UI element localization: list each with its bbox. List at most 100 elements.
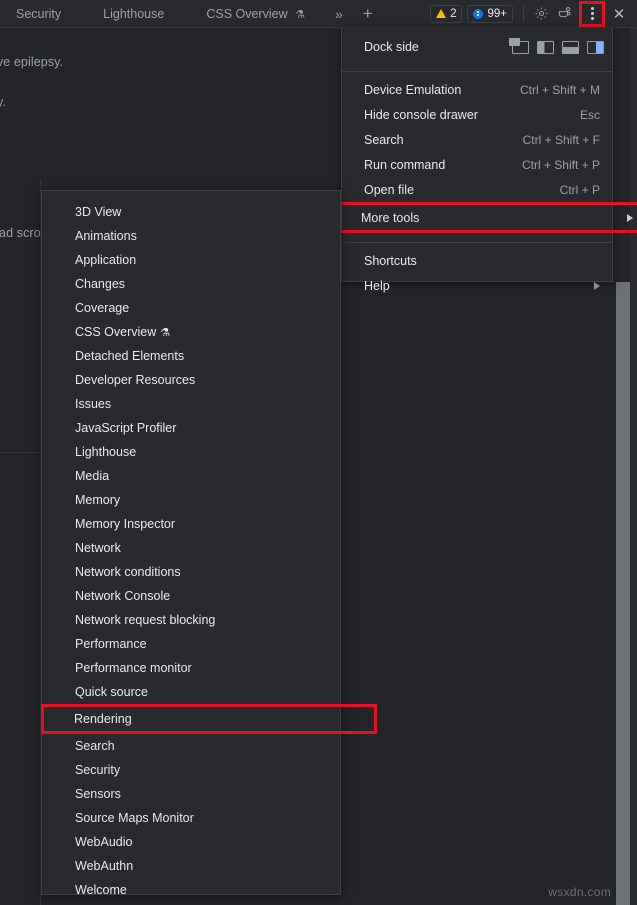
submenu-item-label: Memory: [75, 493, 120, 507]
submenu-item-label: Network request blocking: [75, 613, 215, 627]
submenu-item-lighthouse[interactable]: Lighthouse: [42, 440, 340, 464]
menu-item-device-emulation[interactable]: Device Emulation Ctrl + Shift + M: [342, 77, 612, 102]
submenu-item-label: Coverage: [75, 301, 129, 315]
menu-item-help[interactable]: Help: [342, 273, 612, 298]
info-badge[interactable]: 99+: [467, 5, 513, 23]
submenu-item-welcome[interactable]: Welcome: [42, 878, 340, 902]
tab-lighthouse-label: Lighthouse: [103, 7, 164, 21]
submenu-item-3d-view[interactable]: 3D View: [42, 200, 340, 224]
submenu-item-detached-elements[interactable]: Detached Elements: [42, 344, 340, 368]
vertical-scrollbar-thumb[interactable]: [616, 282, 630, 905]
tab-security-label: Security: [16, 7, 61, 21]
menu-item-search[interactable]: Search Ctrl + Shift + F: [342, 127, 612, 152]
dock-to-left-icon[interactable]: [537, 41, 554, 54]
background-text-line-3: ead scro: [0, 226, 41, 240]
chevron-right-icon: [594, 282, 600, 290]
menu-item-run-command[interactable]: Run command Ctrl + Shift + P: [342, 152, 612, 177]
menu-item-more-tools-label: More tools: [361, 211, 419, 225]
menu-item-more-tools[interactable]: More tools: [339, 202, 637, 233]
chevron-right-icon: [627, 214, 633, 222]
submenu-item-media[interactable]: Media: [42, 464, 340, 488]
submenu-item-rendering[interactable]: Rendering: [41, 704, 377, 734]
background-divider-horizontal: [0, 452, 41, 453]
tab-security[interactable]: Security: [6, 0, 71, 28]
submenu-item-source-maps-monitor[interactable]: Source Maps Monitor: [42, 806, 340, 830]
menu-item-hide-console-drawer-shortcut: Esc: [580, 108, 600, 122]
add-tab-button[interactable]: +: [355, 0, 381, 28]
feedback-icon[interactable]: [553, 2, 577, 26]
dock-to-right-icon[interactable]: [587, 41, 604, 54]
warning-badge[interactable]: 2: [430, 5, 462, 23]
info-count: 99+: [487, 8, 507, 20]
dock-side-options: [512, 41, 604, 54]
submenu-item-label: Changes: [75, 277, 125, 291]
dock-side-label: Dock side: [364, 40, 419, 54]
submenu-item-label: Performance monitor: [75, 661, 192, 675]
menu-item-hide-console-drawer[interactable]: Hide console drawer Esc: [342, 102, 612, 127]
submenu-item-network[interactable]: Network: [42, 536, 340, 560]
submenu-item-performance[interactable]: Performance: [42, 632, 340, 656]
menu-item-open-file-shortcut: Ctrl + P: [560, 183, 600, 197]
submenu-item-changes[interactable]: Changes: [42, 272, 340, 296]
submenu-item-label: Network conditions: [75, 565, 181, 579]
submenu-item-label: Welcome: [75, 883, 127, 897]
menu-separator-2: [342, 242, 612, 243]
watermark: wsxdn.com: [548, 885, 611, 899]
menu-item-help-label: Help: [364, 279, 390, 293]
submenu-item-label: 3D View: [75, 205, 121, 219]
submenu-item-network-request-blocking[interactable]: Network request blocking: [42, 608, 340, 632]
submenu-item-label: Performance: [75, 637, 147, 651]
toolbar-separator: [523, 6, 524, 22]
close-icon[interactable]: ✕: [607, 2, 631, 26]
submenu-item-network-console[interactable]: Network Console: [42, 584, 340, 608]
submenu-item-javascript-profiler[interactable]: JavaScript Profiler: [42, 416, 340, 440]
menu-item-device-emulation-label: Device Emulation: [364, 83, 461, 97]
submenu-item-label: Rendering: [74, 712, 132, 726]
menu-item-device-emulation-shortcut: Ctrl + Shift + M: [520, 83, 600, 97]
devtools-right-gutter: [630, 28, 637, 905]
submenu-item-application[interactable]: Application: [42, 248, 340, 272]
kebab-menu-icon[interactable]: [579, 1, 605, 27]
submenu-item-webauthn[interactable]: WebAuthn: [42, 854, 340, 878]
submenu-item-label: Search: [75, 739, 115, 753]
menu-item-hide-console-drawer-label: Hide console drawer: [364, 108, 478, 122]
submenu-item-animations[interactable]: Animations: [42, 224, 340, 248]
devtools-tab-bar: Security Lighthouse CSS Overview ⚗ » + 2…: [0, 0, 637, 28]
menu-item-dock-side: Dock side: [342, 28, 612, 66]
submenu-item-label: Source Maps Monitor: [75, 811, 194, 825]
submenu-item-label: JavaScript Profiler: [75, 421, 176, 435]
submenu-item-label: Lighthouse: [75, 445, 136, 459]
flask-icon: ⚗: [295, 9, 305, 21]
tab-css-overview-label: CSS Overview: [206, 7, 287, 21]
undock-into-separate-window-icon[interactable]: [512, 41, 529, 54]
submenu-item-label: WebAudio: [75, 835, 132, 849]
submenu-item-label: Security: [75, 763, 120, 777]
warning-triangle-icon: [436, 9, 446, 18]
submenu-item-developer-resources[interactable]: Developer Resources: [42, 368, 340, 392]
submenu-item-quick-source[interactable]: Quick source: [42, 680, 340, 704]
submenu-item-coverage[interactable]: Coverage: [42, 296, 340, 320]
menu-item-open-file[interactable]: Open file Ctrl + P: [342, 177, 612, 202]
menu-item-shortcuts[interactable]: Shortcuts: [342, 248, 612, 273]
more-tabs-chevron-icon[interactable]: »: [327, 0, 351, 28]
submenu-item-webaudio[interactable]: WebAudio: [42, 830, 340, 854]
tab-css-overview[interactable]: CSS Overview ⚗: [196, 0, 315, 28]
submenu-item-sensors[interactable]: Sensors: [42, 782, 340, 806]
tab-lighthouse[interactable]: Lighthouse: [93, 0, 174, 28]
gear-icon[interactable]: [529, 2, 553, 26]
dock-to-bottom-icon[interactable]: [562, 41, 579, 54]
submenu-item-security[interactable]: Security: [42, 758, 340, 782]
submenu-item-performance-monitor[interactable]: Performance monitor: [42, 656, 340, 680]
submenu-item-label: Issues: [75, 397, 111, 411]
submenu-item-search[interactable]: Search: [42, 734, 340, 758]
menu-separator-1: [342, 71, 612, 72]
menu-item-open-file-label: Open file: [364, 183, 414, 197]
menu-item-run-command-shortcut: Ctrl + Shift + P: [522, 158, 600, 172]
info-circle-icon: [473, 9, 483, 19]
submenu-item-network-conditions[interactable]: Network conditions: [42, 560, 340, 584]
submenu-item-label: Quick source: [75, 685, 148, 699]
submenu-item-issues[interactable]: Issues: [42, 392, 340, 416]
submenu-item-memory-inspector[interactable]: Memory Inspector: [42, 512, 340, 536]
submenu-item-css-overview[interactable]: CSS Overview⚗: [42, 320, 340, 344]
submenu-item-memory[interactable]: Memory: [42, 488, 340, 512]
